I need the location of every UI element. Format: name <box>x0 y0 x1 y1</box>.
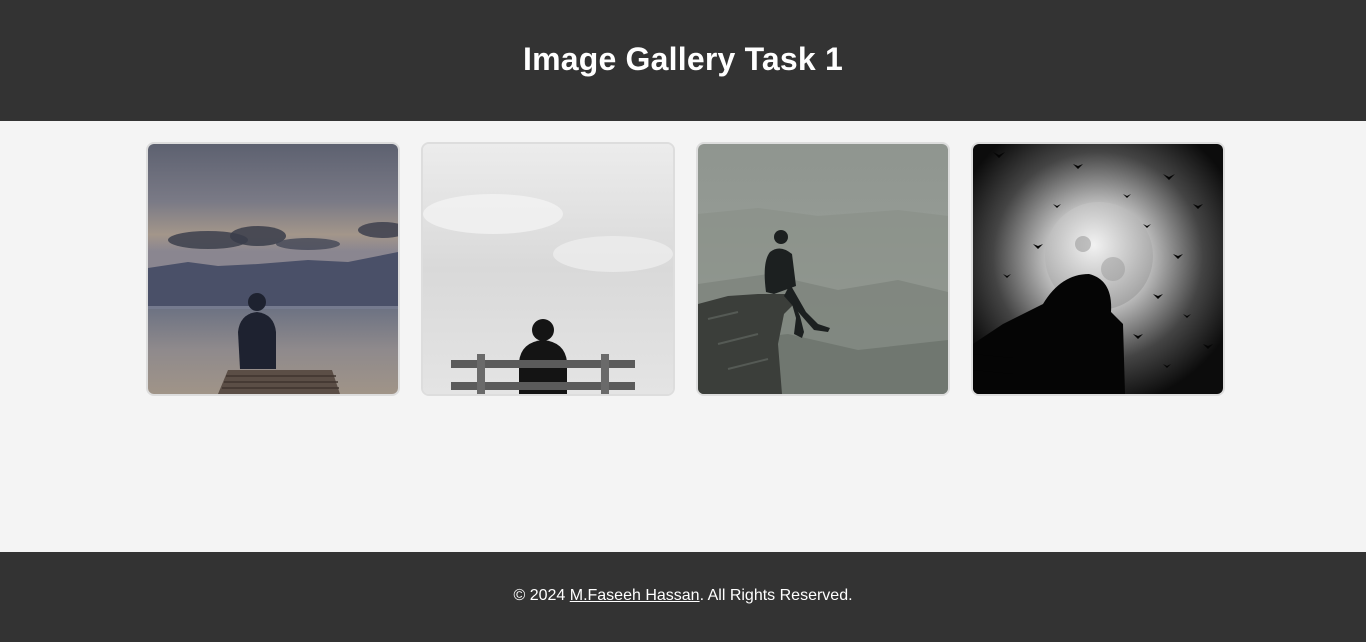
site-header: Image Gallery Task 1 <box>0 0 1366 121</box>
silhouette-on-pier-lake-icon <box>148 144 398 394</box>
image-gallery <box>146 142 1225 396</box>
site-footer: © 2024 M.Faseeh Hassan. All Rights Reser… <box>0 552 1366 642</box>
gallery-image-2[interactable] <box>421 142 675 396</box>
copyright-prefix: © 2024 <box>513 587 570 604</box>
silhouette-on-bench-icon <box>423 144 673 394</box>
author-link[interactable]: M.Faseeh Hassan <box>570 587 700 604</box>
copyright-text: © 2024 M.Faseeh Hassan. All Rights Reser… <box>513 587 852 605</box>
silhouette-moon-birds-icon <box>973 144 1223 394</box>
gallery-image-1[interactable] <box>146 142 400 396</box>
page-title: Image Gallery Task 1 <box>522 41 844 77</box>
gallery-image-4[interactable] <box>971 142 1225 396</box>
copyright-suffix: . All Rights Reserved. <box>699 587 853 604</box>
gallery-image-3[interactable] <box>696 142 950 396</box>
silhouette-on-cliff-icon <box>698 144 948 394</box>
